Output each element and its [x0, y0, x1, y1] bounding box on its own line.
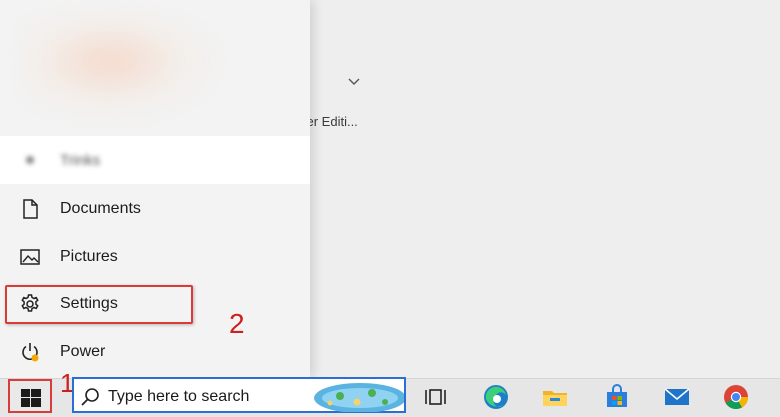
- document-icon: [23, 199, 38, 219]
- mail-icon[interactable]: [662, 383, 692, 411]
- chevron-down-icon[interactable]: [346, 76, 362, 88]
- chrome-icon[interactable]: [721, 383, 751, 411]
- start-item-pictures[interactable]: Pictures: [0, 233, 310, 281]
- edge-icon[interactable]: [481, 383, 511, 411]
- power-icon: [22, 343, 39, 362]
- windows-logo-icon: [21, 389, 41, 407]
- start-item-documents-label: Documents: [60, 200, 141, 217]
- start-item-user-label: Trinks: [60, 151, 101, 169]
- desktop-background: [310, 0, 780, 378]
- search-icon: [81, 388, 99, 406]
- blurred-user-area: [20, 12, 220, 122]
- user-icon: [26, 156, 34, 164]
- search-highlight-art-icon: [314, 383, 404, 412]
- file-explorer-icon[interactable]: [540, 383, 570, 411]
- start-item-documents[interactable]: Documents: [0, 185, 310, 233]
- start-item-pictures-label: Pictures: [60, 248, 118, 265]
- start-item-power-label: Power: [60, 343, 106, 360]
- start-item-user[interactable]: Trinks: [0, 136, 310, 184]
- microsoft-store-icon[interactable]: [602, 383, 632, 411]
- taskbar-search-box[interactable]: Type here to search: [72, 377, 406, 413]
- start-button[interactable]: [8, 379, 52, 413]
- start-item-power[interactable]: Power: [0, 328, 310, 376]
- pictures-icon: [20, 249, 40, 265]
- step-2-label: 2: [229, 308, 245, 339]
- task-view-icon[interactable]: [422, 383, 452, 411]
- search-placeholder: Type here to search: [108, 388, 250, 405]
- settings-highlight-box: [5, 285, 193, 324]
